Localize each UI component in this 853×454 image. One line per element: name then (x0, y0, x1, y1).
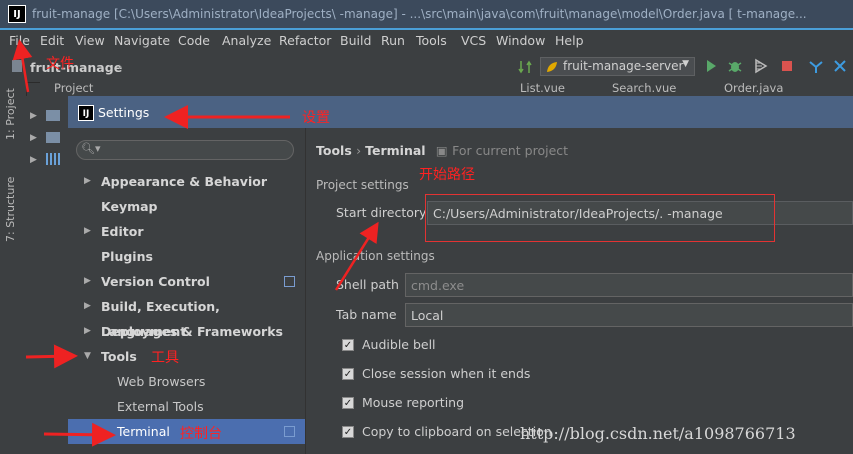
annotation-arrows (12, 39, 379, 447)
watermark: http://blog.csdn.net/a1098766713 (520, 424, 796, 443)
arrow-to-start-directory (334, 221, 379, 291)
arrow-to-terminal (43, 422, 116, 447)
arrow-to-tools (25, 344, 78, 369)
arrow-to-file-menu (12, 39, 33, 93)
